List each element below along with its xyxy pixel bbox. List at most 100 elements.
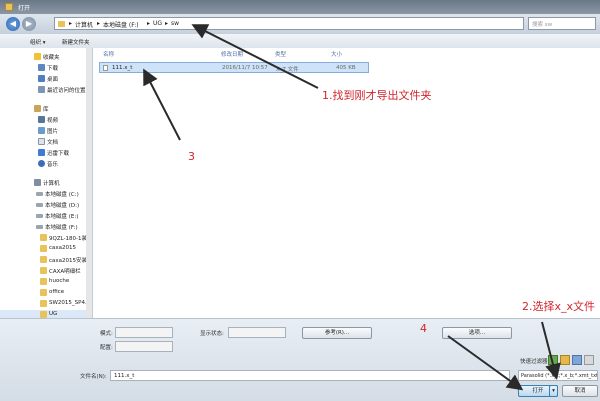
quick-filter-label: 快速过滤器: [520, 359, 550, 365]
breadcrumb-drive-f[interactable]: 本地磁盘 (F:) [103, 20, 139, 29]
open-dropdown-arrow-icon[interactable]: ▾ [549, 385, 558, 397]
navigation-pane: 收藏夹 下载 桌面 最近访问的位置 库 视频 图片 文档 迅雷下载 音乐 计算机… [0, 48, 93, 318]
address-bar[interactable]: ▸ 计算机 ▸ 本地磁盘 (F:) ▸ UG ▸ sw [54, 17, 524, 30]
sidebar-item-folder[interactable]: huoche [0, 277, 92, 287]
sidebar-item-pictures[interactable]: 图片 [0, 126, 92, 136]
config-label: 配置: [100, 345, 113, 351]
sidebar-item-folder[interactable]: CAXA明细栏 [0, 266, 92, 276]
column-date[interactable]: 修改日期 [221, 50, 243, 58]
file-icon [103, 65, 108, 71]
references-button[interactable]: 参考(R)... [302, 327, 372, 339]
sidebar-scrollbar[interactable] [86, 48, 92, 318]
bottom-panel: 模式: 配置: 显示状态: 参考(R)... 选项... 快速过滤器: 文件名(… [0, 318, 600, 401]
sidebar-item-favorites[interactable]: 收藏夹 [0, 52, 92, 62]
annotation-step2: 2.选择x_x文件 [522, 300, 596, 313]
sidebar-item-recent[interactable]: 最近访问的位置 [0, 85, 92, 95]
sidebar-item-folder[interactable]: caxa2015安装 [0, 255, 92, 265]
breadcrumb-separator: ▸ [147, 20, 151, 27]
display-state-select[interactable] [228, 327, 286, 338]
file-size: 405 KB [336, 65, 356, 71]
search-input[interactable]: 搜索 sw [528, 17, 596, 30]
sidebar-item-folder[interactable]: SW2015_SP4.0 [0, 299, 92, 309]
filter-assembly-icon[interactable] [560, 355, 570, 365]
music-icon [38, 160, 45, 167]
new-folder-button[interactable]: 新建文件夹 [62, 38, 90, 46]
window-title: 打开 [18, 5, 31, 12]
sidebar-item-music[interactable]: 音乐 [0, 159, 92, 169]
folder-icon [40, 278, 47, 285]
sidebar-item-folder[interactable]: caxa2015 [0, 244, 92, 254]
folder-icon [40, 300, 47, 307]
organize-button[interactable]: 组织 ▾ [30, 38, 46, 46]
filename-label: 文件名(N): [80, 374, 107, 380]
file-date: 2016/11/7 10:57 [222, 65, 268, 71]
open-file-dialog: 打开 ◀ ▶ ▸ 计算机 ▸ 本地磁盘 (F:) ▸ UG ▸ sw 搜索 sw… [0, 0, 600, 401]
annotation-step1: 1.找到刚才导出文件夹 [322, 89, 432, 102]
drive-icon [36, 203, 43, 207]
sidebar-item-drive-c[interactable]: 本地磁盘 (C:) [0, 189, 92, 199]
document-icon [38, 138, 45, 145]
mode-label: 模式: [100, 331, 113, 337]
annotation-step3: 3 [188, 150, 195, 163]
computer-icon [34, 179, 41, 186]
download-icon [38, 64, 45, 71]
toolbar: 组织 ▾ 新建文件夹 [0, 34, 600, 49]
filter-part-icon[interactable] [548, 355, 558, 365]
filename-input[interactable]: 111.x_t [110, 370, 510, 381]
video-icon [38, 116, 45, 123]
drive-icon [36, 192, 43, 196]
cancel-button[interactable]: 取消 [562, 385, 598, 397]
sidebar-item-drive-f[interactable]: 本地磁盘 (F:) [0, 222, 92, 232]
breadcrumb-computer[interactable]: 计算机 [75, 20, 93, 29]
column-type[interactable]: 类型 [275, 50, 286, 58]
mode-select[interactable] [115, 327, 173, 338]
annotation-step4: 4 [420, 322, 427, 335]
folder-icon [40, 267, 47, 274]
folder-icon [58, 21, 65, 27]
options-button[interactable]: 选项... [442, 327, 512, 339]
drive-icon [36, 225, 43, 229]
folder-icon [40, 245, 47, 252]
sidebar-item-ug[interactable]: UG [0, 310, 92, 318]
config-select[interactable] [115, 341, 173, 352]
sidebar-item-computer[interactable]: 计算机 [0, 178, 92, 188]
breadcrumb-separator: ▸ [165, 20, 169, 27]
thunder-icon [38, 149, 45, 156]
star-icon [34, 53, 41, 60]
forward-arrow-icon[interactable]: ▶ [22, 17, 36, 31]
file-type: X_T 文件 [276, 67, 299, 73]
filetype-select[interactable]: Parasolid (*.x_t;*.x_b;*.xmt_txt;* [518, 370, 598, 381]
address-row: ◀ ▶ ▸ 计算机 ▸ 本地磁盘 (F:) ▸ UG ▸ sw 搜索 sw [0, 14, 600, 34]
title-bar: 打开 [0, 0, 600, 14]
display-state-label: 显示状态: [200, 331, 224, 337]
sidebar-item-drive-e[interactable]: 本地磁盘 (E:) [0, 211, 92, 221]
sidebar-item-desktop[interactable]: 桌面 [0, 74, 92, 84]
file-name: 111.x_t [112, 65, 133, 71]
sidebar-item-drive-d[interactable]: 本地磁盘 (D:) [0, 200, 92, 210]
breadcrumb-ug[interactable]: UG [153, 20, 162, 27]
sidebar-item-library[interactable]: 库 [0, 104, 92, 114]
open-button-label: 打开 [532, 388, 544, 394]
folder-icon [40, 256, 47, 263]
sidebar-item-videos[interactable]: 视频 [0, 115, 92, 125]
column-size[interactable]: 大小 [331, 50, 342, 58]
file-row[interactable]: 111.x_t 2016/11/7 10:57 X_T 文件 405 KB [99, 62, 369, 73]
column-name[interactable]: 名称 [103, 50, 114, 58]
breadcrumb-separator: ▸ [69, 20, 73, 27]
desktop-icon [38, 75, 45, 82]
picture-icon [38, 127, 45, 134]
filter-all-icon[interactable] [584, 355, 594, 365]
sidebar-item-thunder[interactable]: 迅雷下载 [0, 148, 92, 158]
sidebar-item-documents[interactable]: 文档 [0, 137, 92, 147]
folder-icon [40, 289, 47, 296]
breadcrumb-sw[interactable]: sw [171, 20, 179, 27]
sidebar-item-downloads[interactable]: 下载 [0, 63, 92, 73]
app-icon [5, 3, 13, 11]
back-arrow-icon[interactable]: ◀ [6, 17, 20, 31]
folder-icon [40, 234, 47, 241]
sidebar-item-folder[interactable]: office [0, 288, 92, 298]
folder-icon [40, 311, 47, 318]
sidebar-item-folder[interactable]: 9QZL-180-1装 [0, 233, 92, 243]
drive-icon [36, 214, 43, 218]
filter-drawing-icon[interactable] [572, 355, 582, 365]
